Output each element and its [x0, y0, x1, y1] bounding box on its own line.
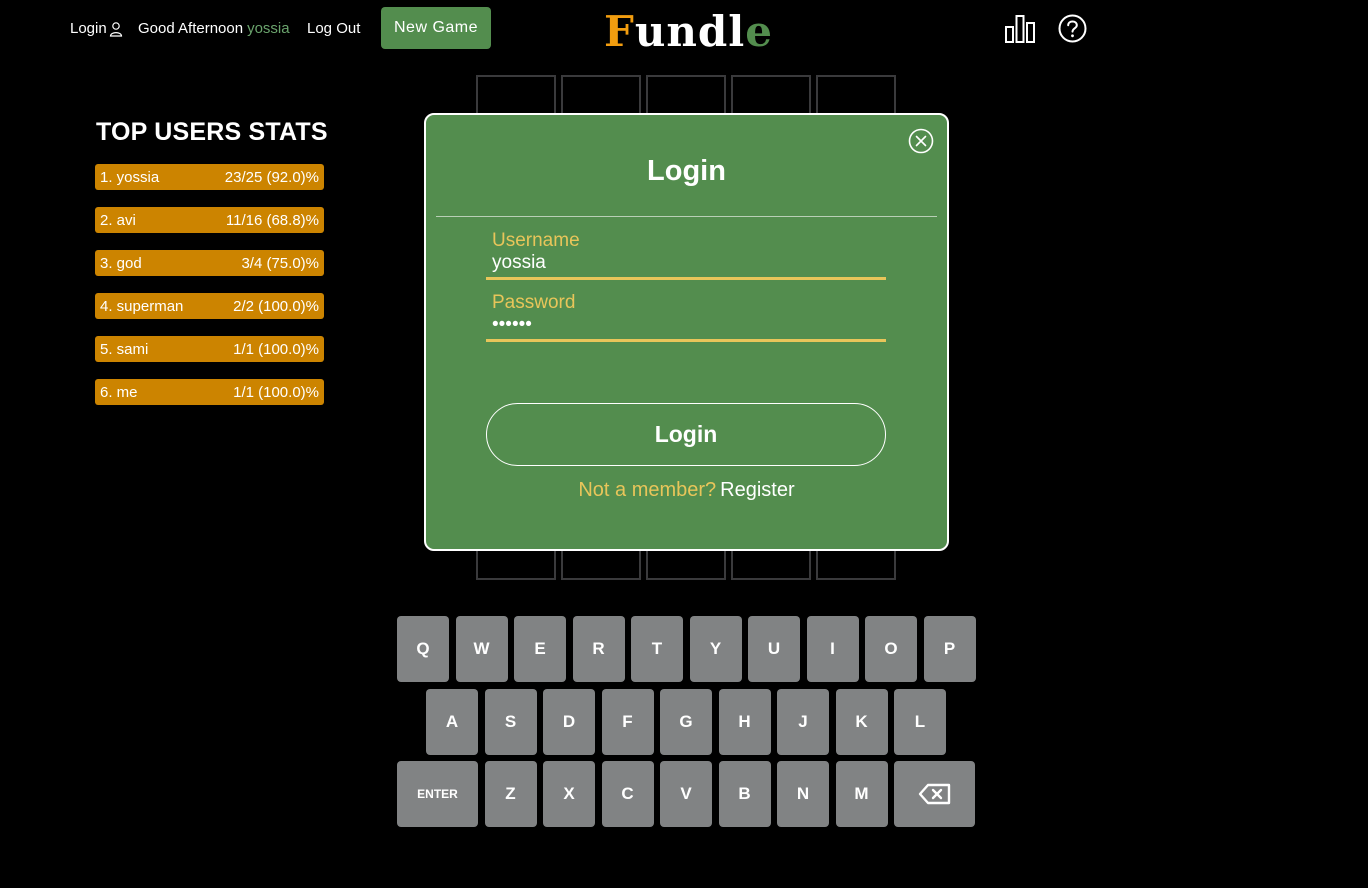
key-a[interactable]: A [426, 689, 478, 755]
greeting-username: yossia [247, 20, 290, 37]
password-field-group: Password [486, 292, 886, 342]
key-i[interactable]: I [806, 616, 859, 682]
key-g[interactable]: G [660, 689, 712, 755]
login-modal: Login Username Password Login Not a memb… [424, 113, 949, 551]
key-q[interactable]: Q [397, 616, 449, 682]
stat-name: 5. sami [100, 340, 149, 358]
stat-row: 3. god 3/4 (75.0)% [95, 250, 324, 276]
key-j[interactable]: J [777, 689, 829, 755]
key-v[interactable]: V [660, 761, 712, 827]
key-z[interactable]: Z [484, 761, 537, 827]
backspace-icon [918, 783, 950, 805]
stat-name: 1. yossia [100, 168, 160, 186]
key-o[interactable]: O [865, 616, 917, 682]
key-d[interactable]: D [543, 689, 595, 755]
key-c[interactable]: C [601, 761, 654, 827]
key-h[interactable]: H [718, 689, 771, 755]
logo-letter-e: e [745, 7, 773, 56]
stat-row: 1. yossia 23/25 (92.0)% [95, 164, 324, 190]
stat-row: 5. sami 1/1 (100.0)% [95, 336, 324, 362]
login-link[interactable]: Login [70, 20, 123, 37]
key-m[interactable]: M [835, 761, 888, 827]
stat-score: 1/1 (100.0)% [233, 340, 319, 358]
key-s[interactable]: S [484, 689, 537, 755]
key-enter[interactable]: ENTER [397, 761, 478, 827]
register-link[interactable]: Register [720, 479, 794, 501]
keyboard-row-2: A S D F G H J K L [426, 689, 946, 755]
logo-letters-middle: undl [634, 7, 746, 56]
key-u[interactable]: U [748, 616, 800, 682]
username-label: Username [492, 230, 580, 251]
bar-chart-icon[interactable] [1004, 14, 1036, 44]
password-label: Password [492, 292, 576, 313]
key-r[interactable]: R [572, 616, 625, 682]
key-backspace[interactable] [894, 761, 975, 827]
keyboard-row-3: ENTER Z X C V B N M [397, 761, 975, 827]
key-t[interactable]: T [631, 616, 683, 682]
stat-score: 1/1 (100.0)% [233, 383, 319, 401]
username-field-group: Username [486, 230, 886, 280]
stat-score: 2/2 (100.0)% [233, 297, 319, 315]
key-k[interactable]: K [835, 689, 888, 755]
register-line: Not a member? Register [426, 479, 947, 502]
login-label: Login [70, 20, 107, 37]
key-n[interactable]: N [777, 761, 829, 827]
key-f[interactable]: F [601, 689, 654, 755]
new-game-button[interactable]: New Game [381, 7, 491, 49]
password-input[interactable] [486, 314, 886, 342]
greeting-text: Good Afternoon [138, 20, 244, 37]
user-icon [109, 21, 122, 37]
stat-name: 2. avi [100, 211, 136, 229]
stat-score: 11/16 (68.8)% [225, 211, 319, 229]
key-w[interactable]: W [455, 616, 508, 682]
stat-row: 4. superman 2/2 (100.0)% [95, 293, 324, 319]
modal-title: Login [647, 155, 726, 187]
stat-row: 2. avi 11/16 (68.8)% [95, 207, 324, 233]
key-p[interactable]: P [923, 616, 976, 682]
key-l[interactable]: L [894, 689, 946, 755]
app-root: Login Good Afternoon yossia Log Out New G… [0, 0, 1368, 888]
key-b[interactable]: B [718, 761, 771, 827]
greeting: Good Afternoon yossia [138, 20, 290, 37]
key-x[interactable]: X [543, 761, 595, 827]
stat-name: 6. me [100, 383, 138, 401]
stat-name: 4. superman [100, 297, 184, 315]
stat-score: 3/4 (75.0)% [241, 254, 319, 272]
stat-row: 6. me 1/1 (100.0)% [95, 379, 324, 405]
top-users-list: 1. yossia 23/25 (92.0)% 2. avi 11/16 (68.8… [95, 164, 324, 422]
close-icon[interactable] [908, 128, 934, 154]
not-member-text: Not a member? [578, 479, 717, 501]
key-e[interactable]: E [514, 616, 566, 682]
logo-letter-f: F [604, 7, 635, 56]
app-logo: Fundl e [604, 8, 773, 56]
login-button[interactable]: Login [486, 403, 886, 466]
username-input[interactable] [486, 252, 886, 280]
key-y[interactable]: Y [689, 616, 742, 682]
modal-divider [436, 216, 937, 217]
stat-score: 23/25 (92.0)% [224, 168, 319, 186]
keyboard-row-1: Q W E R T Y U I O P [397, 616, 976, 682]
top-users-title: TOP USERS STATS [96, 118, 328, 146]
question-mark-icon[interactable] [1058, 14, 1087, 43]
stat-name: 3. god [100, 254, 142, 272]
logout-link[interactable]: Log Out [307, 20, 360, 37]
